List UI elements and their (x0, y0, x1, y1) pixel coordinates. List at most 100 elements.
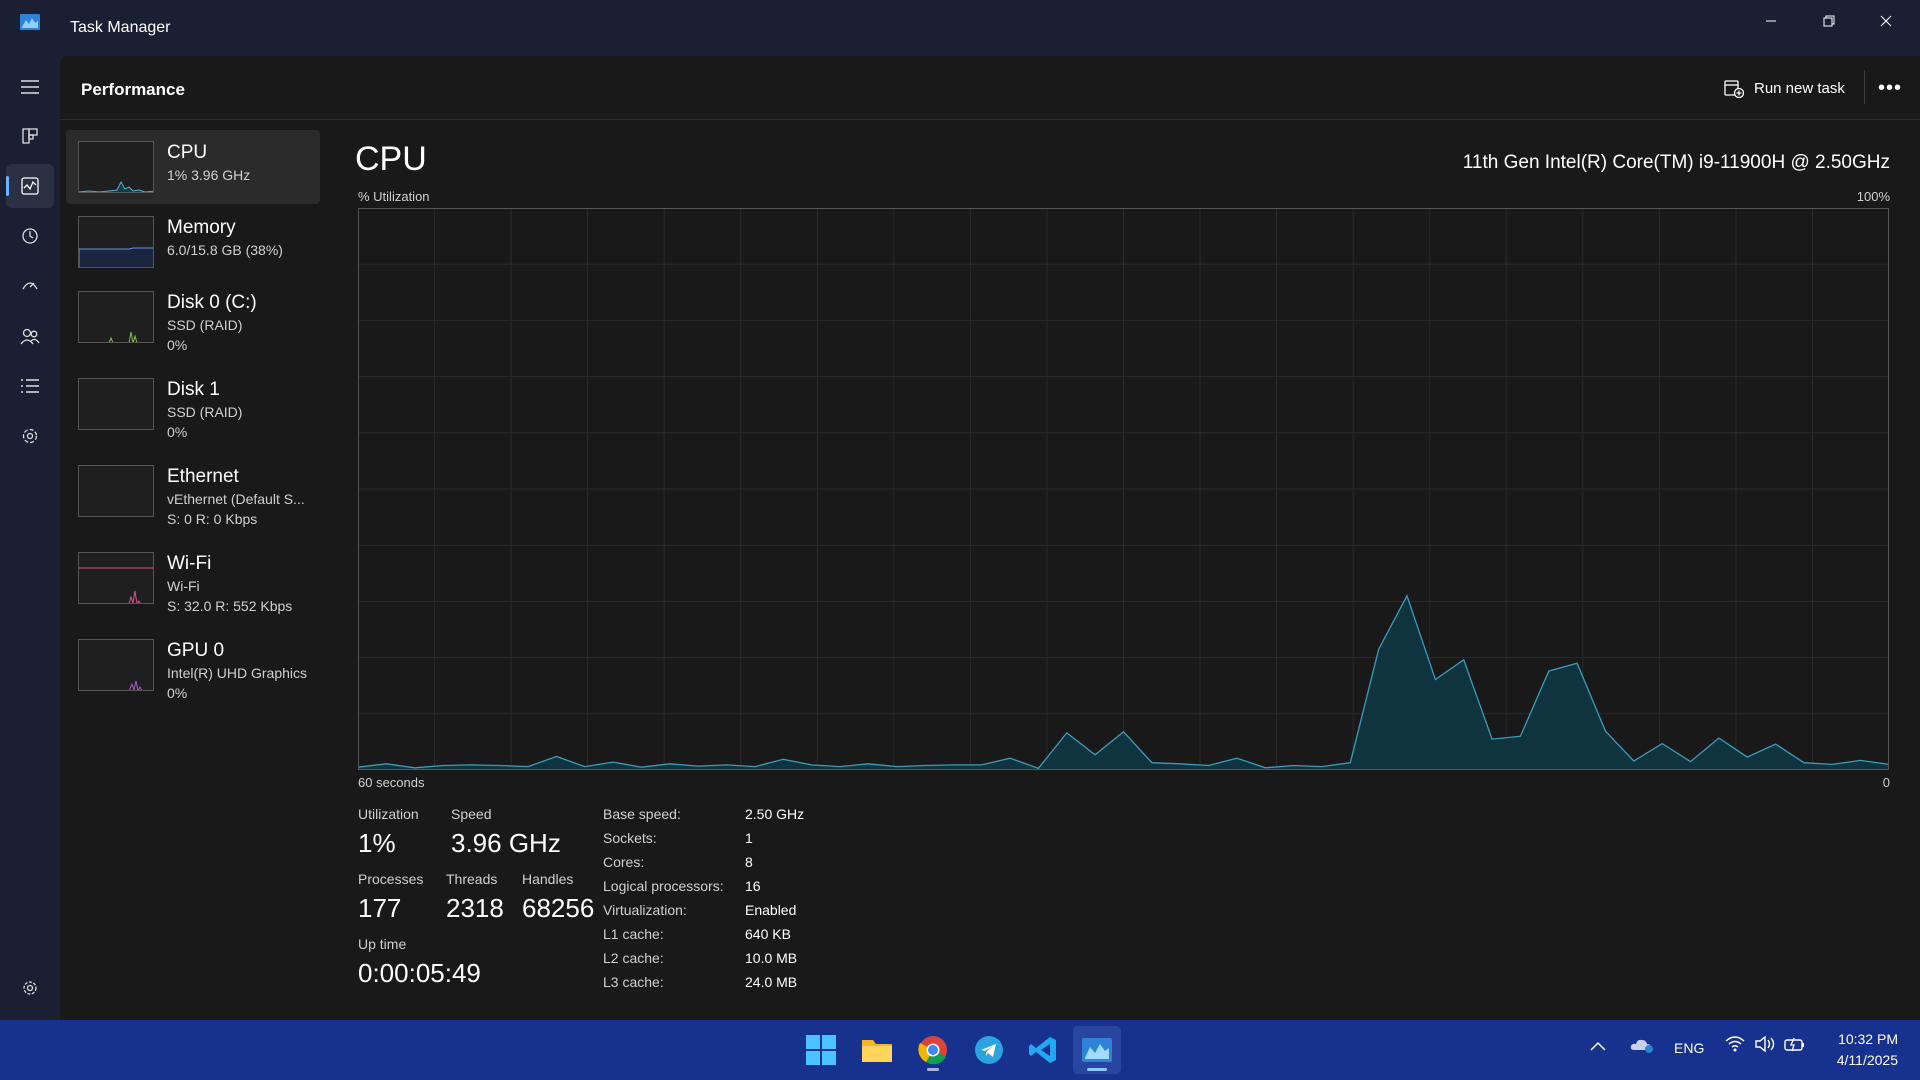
processes-value: 177 (358, 893, 402, 923)
threads-value: 2318 (446, 893, 504, 923)
spec-key: Cores: (603, 854, 645, 870)
telegram-icon[interactable] (965, 1026, 1013, 1074)
graph-time-label: 60 seconds (358, 775, 425, 790)
device-detail: vEthernet (Default S... (167, 491, 305, 507)
device-usage: 0% (167, 337, 188, 353)
spec-value: Enabled (745, 902, 797, 918)
onedrive-icon[interactable] (1630, 1034, 1654, 1057)
spec-value: 2.50 GHz (745, 806, 805, 822)
chrome-icon[interactable] (909, 1026, 957, 1074)
device-item-ethernet[interactable]: Ethernet vEthernet (Default S... S: 0 R:… (66, 454, 320, 528)
start-icon[interactable] (797, 1026, 845, 1074)
memory-thumbnail-graph (78, 216, 154, 268)
device-name: Disk 0 (C:) (167, 292, 257, 313)
close-button[interactable] (1863, 6, 1909, 36)
spec-key: Logical processors: (603, 878, 724, 894)
disk1-thumbnail-graph (78, 378, 154, 430)
device-item-memory[interactable]: Memory 6.0/15.8 GB (38%) (66, 205, 320, 279)
gpu-thumbnail-graph (78, 639, 154, 691)
nav-startup-apps-icon[interactable] (6, 264, 54, 308)
device-item-disk-0[interactable]: Disk 0 (C:) SSD (RAID) 0% (66, 280, 320, 354)
utilization-label: Utilization (358, 806, 419, 822)
nav-users-icon[interactable] (6, 314, 54, 358)
device-usage: 0% (167, 685, 188, 701)
spec-key: Virtualization: (603, 902, 687, 918)
device-detail: Wi-Fi (167, 578, 200, 594)
task-manager-app-icon (20, 14, 40, 30)
more-options-button[interactable]: ••• (1870, 72, 1910, 104)
graph-grid (358, 208, 1889, 770)
spec-key: L1 cache: (603, 926, 664, 942)
ethernet-thumbnail-graph (78, 465, 154, 517)
handles-value: 68256 (522, 893, 595, 923)
main-content: Performance Run new task ••• CPU 1% 3.96… (60, 56, 1920, 1020)
taskbar: ENG 10:32 PM 4/11/2025 (0, 1020, 1920, 1080)
hamburger-menu-icon[interactable] (6, 65, 54, 109)
device-detail: 6.0/15.8 GB (38%) (167, 242, 283, 258)
device-item-wifi[interactable]: Wi-Fi Wi-Fi S: 32.0 R: 552 Kbps (66, 541, 320, 615)
device-usage: S: 32.0 R: 552 Kbps (167, 598, 293, 614)
device-usage: S: 0 R: 0 Kbps (167, 511, 258, 527)
spec-value: 1 (745, 830, 753, 846)
device-item-cpu[interactable]: CPU 1% 3.96 GHz (66, 130, 320, 204)
device-usage: 0% (167, 424, 188, 440)
language-indicator[interactable]: ENG (1674, 1040, 1704, 1056)
threads-label: Threads (446, 871, 498, 887)
run-task-icon (1724, 80, 1744, 98)
title-bar: Task Manager (0, 0, 1920, 56)
nav-services-icon[interactable] (6, 414, 54, 458)
cpu-thumbnail-graph (78, 141, 154, 193)
header-divider (1864, 70, 1865, 104)
device-name: Memory (167, 217, 236, 238)
device-detail: SSD (RAID) (167, 404, 243, 420)
device-name: Ethernet (167, 466, 239, 487)
nav-details-icon[interactable] (6, 364, 54, 408)
device-name: Wi-Fi (167, 553, 212, 574)
run-new-task-button[interactable]: Run new task (1716, 72, 1853, 104)
clock-time[interactable]: 10:32 PM (1828, 1031, 1898, 1047)
graph-y-label: % Utilization (358, 189, 430, 204)
clock-date[interactable]: 4/11/2025 (1818, 1052, 1898, 1068)
spec-value: 24.0 MB (745, 974, 798, 990)
device-name: Disk 1 (167, 379, 220, 400)
speed-label: Speed (451, 806, 492, 822)
minimize-button[interactable] (1748, 6, 1794, 36)
spec-key: Sockets: (603, 830, 657, 846)
spec-value: 8 (745, 854, 753, 870)
restore-button[interactable] (1806, 6, 1852, 36)
speed-value: 3.96 GHz (451, 828, 561, 858)
show-hidden-icons-chevron-icon[interactable] (1590, 1038, 1606, 1054)
device-detail: 1% 3.96 GHz (167, 167, 251, 183)
navigation-rail (0, 56, 60, 1020)
task-manager-icon[interactable] (1073, 1026, 1121, 1074)
device-item-gpu-0[interactable]: GPU 0 Intel(R) UHD Graphics 0% (66, 628, 320, 702)
running-indicator (1087, 1068, 1107, 1071)
vscode-icon[interactable] (1019, 1026, 1067, 1074)
wifi-icon[interactable] (1725, 1036, 1745, 1055)
handles-label: Handles (522, 871, 574, 887)
file-explorer-icon[interactable] (853, 1026, 901, 1074)
spec-value: 16 (745, 878, 761, 894)
graph-max-label: 100% (1856, 189, 1890, 204)
window-title: Task Manager (70, 19, 171, 36)
battery-icon[interactable] (1784, 1036, 1806, 1055)
graph-time-end-label: 0 (1882, 775, 1890, 790)
device-detail: SSD (RAID) (167, 317, 243, 333)
nav-performance-icon[interactable] (6, 164, 54, 208)
run-new-task-label: Run new task (1754, 79, 1845, 97)
cpu-model-name: 11th Gen Intel(R) Core(TM) i9-11900H @ 2… (1462, 152, 1890, 173)
spec-key: L2 cache: (603, 950, 664, 966)
device-name: CPU (167, 142, 208, 163)
volume-icon[interactable] (1755, 1035, 1777, 1055)
active-indicator (6, 176, 9, 196)
spec-key: Base speed: (603, 806, 681, 822)
nav-processes-icon[interactable] (6, 114, 54, 158)
device-name: GPU 0 (167, 640, 225, 661)
spec-key: L3 cache: (603, 974, 664, 990)
nav-app-history-icon[interactable] (6, 214, 54, 258)
disk0-thumbnail-graph (78, 291, 154, 343)
device-item-disk-1[interactable]: Disk 1 SSD (RAID) 0% (66, 367, 320, 441)
uptime-value: 0:00:05:49 (358, 958, 481, 988)
spec-value: 10.0 MB (745, 950, 798, 966)
settings-gear-icon[interactable] (6, 966, 54, 1010)
